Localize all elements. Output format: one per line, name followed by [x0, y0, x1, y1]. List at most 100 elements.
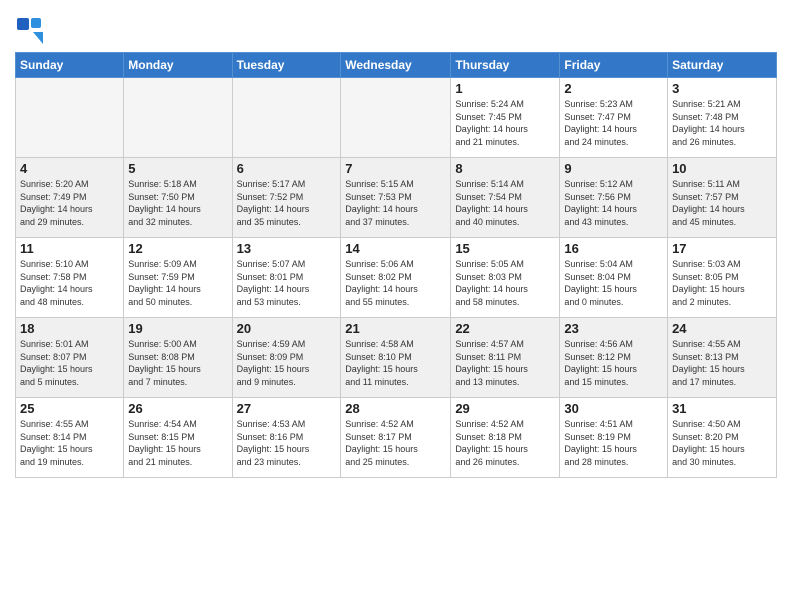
- day-info: Sunrise: 5:23 AM Sunset: 7:47 PM Dayligh…: [564, 98, 663, 148]
- day-number: 14: [345, 241, 446, 256]
- calendar-cell: 30 Sunrise: 4:51 AM Sunset: 8:19 PM Dayli…: [560, 398, 668, 478]
- day-info: Sunrise: 5:00 AM Sunset: 8:08 PM Dayligh…: [128, 338, 227, 388]
- day-number: 13: [237, 241, 337, 256]
- day-number: 2: [564, 81, 663, 96]
- calendar-cell: 23Sunrise: 4:56 AM Sunset: 8:12 PM Dayli…: [560, 318, 668, 398]
- weekday-header: Tuesday: [232, 53, 341, 78]
- day-number: 4: [20, 161, 119, 176]
- day-number: 10: [672, 161, 772, 176]
- day-number: 19: [128, 321, 227, 336]
- calendar-cell: 28Sunrise: 4:52 AM Sunset: 8:17 PM Dayli…: [341, 398, 451, 478]
- calendar-table: SundayMondayTuesdayWednesdayThursdayFrid…: [15, 52, 777, 478]
- day-number: 16: [564, 241, 663, 256]
- day-number: 22: [455, 321, 555, 336]
- calendar-header-row: SundayMondayTuesdayWednesdayThursdayFrid…: [16, 53, 777, 78]
- day-info: Sunrise: 4:56 AM Sunset: 8:12 PM Dayligh…: [564, 338, 663, 388]
- day-info: Sunrise: 5:11 AM Sunset: 7:57 PM Dayligh…: [672, 178, 772, 228]
- calendar-cell: 16 Sunrise: 5:04 AM Sunset: 8:04 PM Dayli…: [560, 238, 668, 318]
- calendar-cell: 11 Sunrise: 5:10 AM Sunset: 7:58 PM Dayli…: [16, 238, 124, 318]
- day-number: 7: [345, 161, 446, 176]
- day-info: Sunrise: 5:24 AM Sunset: 7:45 PM Dayligh…: [455, 98, 555, 148]
- day-info: Sunrise: 5:03 AM Sunset: 8:05 PM Dayligh…: [672, 258, 772, 308]
- calendar-week-row: 18 Sunrise: 5:01 AM Sunset: 8:07 PM Dayli…: [16, 318, 777, 398]
- calendar-cell: [232, 78, 341, 158]
- day-info: Sunrise: 4:55 AM Sunset: 8:13 PM Dayligh…: [672, 338, 772, 388]
- day-info: Sunrise: 5:14 AM Sunset: 7:54 PM Dayligh…: [455, 178, 555, 228]
- calendar-cell: 26 Sunrise: 4:54 AM Sunset: 8:15 PM Dayli…: [124, 398, 232, 478]
- calendar-cell: [16, 78, 124, 158]
- calendar-cell: 29Sunrise: 4:52 AM Sunset: 8:18 PM Dayli…: [451, 398, 560, 478]
- calendar-cell: 12 Sunrise: 5:09 AM Sunset: 7:59 PM Dayli…: [124, 238, 232, 318]
- day-number: 12: [128, 241, 227, 256]
- day-number: 20: [237, 321, 337, 336]
- day-info: Sunrise: 5:10 AM Sunset: 7:58 PM Dayligh…: [20, 258, 119, 308]
- calendar-cell: 13 Sunrise: 5:07 AM Sunset: 8:01 PM Dayli…: [232, 238, 341, 318]
- weekday-header: Saturday: [668, 53, 777, 78]
- weekday-header: Thursday: [451, 53, 560, 78]
- day-number: 17: [672, 241, 772, 256]
- day-info: Sunrise: 5:15 AM Sunset: 7:53 PM Dayligh…: [345, 178, 446, 228]
- day-number: 26: [128, 401, 227, 416]
- day-number: 31: [672, 401, 772, 416]
- calendar-cell: 27Sunrise: 4:53 AM Sunset: 8:16 PM Dayli…: [232, 398, 341, 478]
- day-number: 25: [20, 401, 119, 416]
- calendar-cell: 19 Sunrise: 5:00 AM Sunset: 8:08 PM Dayli…: [124, 318, 232, 398]
- calendar-cell: 3 Sunrise: 5:21 AM Sunset: 7:48 PM Daylig…: [668, 78, 777, 158]
- calendar-cell: 4 Sunrise: 5:20 AM Sunset: 7:49 PM Daylig…: [16, 158, 124, 238]
- day-info: Sunrise: 4:52 AM Sunset: 8:18 PM Dayligh…: [455, 418, 555, 468]
- calendar-cell: [341, 78, 451, 158]
- day-number: 11: [20, 241, 119, 256]
- calendar-week-row: 11 Sunrise: 5:10 AM Sunset: 7:58 PM Dayli…: [16, 238, 777, 318]
- weekday-header: Friday: [560, 53, 668, 78]
- calendar-cell: 22 Sunrise: 4:57 AM Sunset: 8:11 PM Dayli…: [451, 318, 560, 398]
- calendar-cell: 9Sunrise: 5:12 AM Sunset: 7:56 PM Daylig…: [560, 158, 668, 238]
- day-info: Sunrise: 4:57 AM Sunset: 8:11 PM Dayligh…: [455, 338, 555, 388]
- calendar-cell: 17 Sunrise: 5:03 AM Sunset: 8:05 PM Dayli…: [668, 238, 777, 318]
- day-info: Sunrise: 5:05 AM Sunset: 8:03 PM Dayligh…: [455, 258, 555, 308]
- day-info: Sunrise: 5:04 AM Sunset: 8:04 PM Dayligh…: [564, 258, 663, 308]
- day-info: Sunrise: 4:54 AM Sunset: 8:15 PM Dayligh…: [128, 418, 227, 468]
- weekday-header: Monday: [124, 53, 232, 78]
- day-number: 15: [455, 241, 555, 256]
- day-number: 3: [672, 81, 772, 96]
- day-number: 30: [564, 401, 663, 416]
- header: [15, 10, 777, 44]
- day-info: Sunrise: 5:07 AM Sunset: 8:01 PM Dayligh…: [237, 258, 337, 308]
- day-info: Sunrise: 4:59 AM Sunset: 8:09 PM Dayligh…: [237, 338, 337, 388]
- day-info: Sunrise: 4:53 AM Sunset: 8:16 PM Dayligh…: [237, 418, 337, 468]
- calendar-cell: 8 Sunrise: 5:14 AM Sunset: 7:54 PM Daylig…: [451, 158, 560, 238]
- day-number: 5: [128, 161, 227, 176]
- day-info: Sunrise: 4:55 AM Sunset: 8:14 PM Dayligh…: [20, 418, 119, 468]
- day-number: 21: [345, 321, 446, 336]
- day-number: 18: [20, 321, 119, 336]
- day-info: Sunrise: 5:09 AM Sunset: 7:59 PM Dayligh…: [128, 258, 227, 308]
- calendar-cell: [124, 78, 232, 158]
- calendar-cell: 1 Sunrise: 5:24 AM Sunset: 7:45 PM Daylig…: [451, 78, 560, 158]
- day-info: Sunrise: 5:01 AM Sunset: 8:07 PM Dayligh…: [20, 338, 119, 388]
- calendar-cell: 5Sunrise: 5:18 AM Sunset: 7:50 PM Daylig…: [124, 158, 232, 238]
- calendar-cell: 21 Sunrise: 4:58 AM Sunset: 8:10 PM Dayli…: [341, 318, 451, 398]
- day-info: Sunrise: 4:51 AM Sunset: 8:19 PM Dayligh…: [564, 418, 663, 468]
- calendar-cell: 6Sunrise: 5:17 AM Sunset: 7:52 PM Daylig…: [232, 158, 341, 238]
- calendar-week-row: 1 Sunrise: 5:24 AM Sunset: 7:45 PM Daylig…: [16, 78, 777, 158]
- calendar-cell: 14 Sunrise: 5:06 AM Sunset: 8:02 PM Dayli…: [341, 238, 451, 318]
- day-info: Sunrise: 5:21 AM Sunset: 7:48 PM Dayligh…: [672, 98, 772, 148]
- weekday-header: Wednesday: [341, 53, 451, 78]
- day-info: Sunrise: 5:06 AM Sunset: 8:02 PM Dayligh…: [345, 258, 446, 308]
- day-info: Sunrise: 4:58 AM Sunset: 8:10 PM Dayligh…: [345, 338, 446, 388]
- weekday-header: Sunday: [16, 53, 124, 78]
- calendar-week-row: 25 Sunrise: 4:55 AM Sunset: 8:14 PM Dayli…: [16, 398, 777, 478]
- day-number: 1: [455, 81, 555, 96]
- day-info: Sunrise: 5:20 AM Sunset: 7:49 PM Dayligh…: [20, 178, 119, 228]
- day-number: 8: [455, 161, 555, 176]
- calendar-cell: 18 Sunrise: 5:01 AM Sunset: 8:07 PM Dayli…: [16, 318, 124, 398]
- calendar-cell: 31 Sunrise: 4:50 AM Sunset: 8:20 PM Dayli…: [668, 398, 777, 478]
- calendar-cell: 24Sunrise: 4:55 AM Sunset: 8:13 PM Dayli…: [668, 318, 777, 398]
- calendar-cell: 15 Sunrise: 5:05 AM Sunset: 8:03 PM Dayli…: [451, 238, 560, 318]
- calendar-cell: 20 Sunrise: 4:59 AM Sunset: 8:09 PM Dayli…: [232, 318, 341, 398]
- day-info: Sunrise: 4:52 AM Sunset: 8:17 PM Dayligh…: [345, 418, 446, 468]
- day-info: Sunrise: 5:17 AM Sunset: 7:52 PM Dayligh…: [237, 178, 337, 228]
- day-info: Sunrise: 4:50 AM Sunset: 8:20 PM Dayligh…: [672, 418, 772, 468]
- calendar-cell: 10 Sunrise: 5:11 AM Sunset: 7:57 PM Dayli…: [668, 158, 777, 238]
- logo: [15, 16, 47, 44]
